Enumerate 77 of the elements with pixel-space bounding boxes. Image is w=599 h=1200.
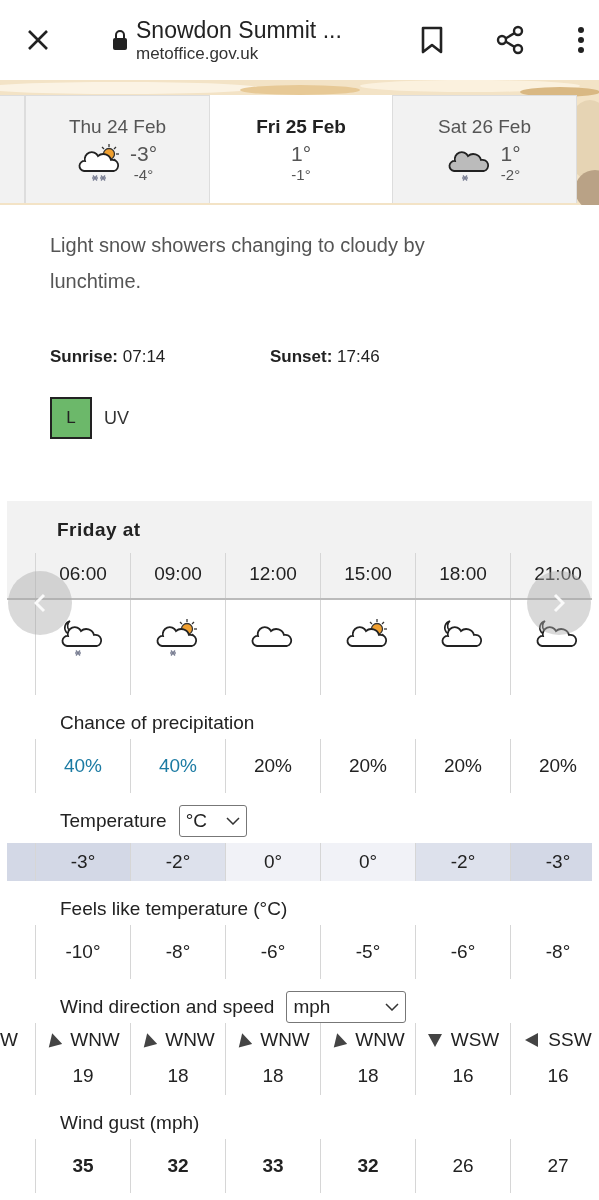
temperature-value: -3° (35, 843, 130, 881)
feels-like-value: -6° (415, 925, 510, 979)
precipitation-value: 40% (35, 739, 130, 793)
uv-level-badge: L (50, 397, 92, 439)
wind-direction: SSW (548, 1029, 592, 1051)
uv-label: UV (104, 407, 129, 429)
time-label: 06:00 (35, 553, 130, 598)
precipitation-value: 20% (415, 739, 510, 793)
wind-speed: 16 (415, 1057, 510, 1095)
sun-cloud-snow-icon (77, 142, 122, 183)
precipitation-value: 20% (225, 739, 320, 793)
forecast-summary: Light snow showers changing to cloudy by lunchtime. (50, 233, 426, 294)
feels-like-label: Feels like temperature (°C) (60, 898, 288, 920)
wind-gust-value: 32 (320, 1139, 415, 1193)
precipitation-label: Chance of precipitation (60, 712, 255, 734)
wind-gust-value: 26 (415, 1139, 510, 1193)
wind-speed: 18 (130, 1057, 225, 1095)
wind-direction: WNW (260, 1029, 310, 1051)
wind-arrow-icon (46, 1032, 63, 1048)
wind-direction: WNW (70, 1029, 120, 1051)
sun-cloud-snow-icon (156, 618, 200, 658)
precipitation-value: 20% (510, 739, 599, 793)
sunset-text: Sunset: 17:46 (270, 347, 380, 367)
precipitation-value: 40% (130, 739, 225, 793)
temperature-value: -2° (415, 843, 510, 881)
wind-label: Wind direction and speed (60, 996, 275, 1018)
wind-gust-value: 35 (35, 1139, 130, 1193)
hourly-heading: Friday at (57, 519, 141, 540)
sun-cloud-icon (346, 618, 390, 648)
day-tab[interactable]: Sat 26 Feb 1° -2° (392, 95, 577, 203)
wind-gust-label: Wind gust (mph) (60, 1112, 200, 1134)
temperature-value: -3° (510, 843, 592, 881)
feels-like-value: -10° (35, 925, 130, 979)
feels-like-value: -8° (130, 925, 225, 979)
share-button[interactable] (494, 24, 526, 56)
wind-arrow-icon (426, 1032, 443, 1048)
time-label: 18:00 (415, 553, 510, 598)
temperature-cell (7, 843, 35, 881)
wind-speed: 18 (225, 1057, 320, 1095)
sunrise-text: Sunrise: 07:14 (50, 347, 167, 367)
wind-direction: W (0, 1029, 18, 1051)
wind-arrow-icon (331, 1032, 348, 1048)
wind-arrow-icon (141, 1032, 158, 1048)
unit-select[interactable]: mph (286, 991, 407, 1023)
chevron-down-icon (225, 817, 240, 825)
wind-arrow-icon (236, 1032, 253, 1048)
precipitation-value: 20% (320, 739, 415, 793)
unit-select[interactable]: °C (178, 805, 247, 837)
moon-cloud-icon (441, 618, 485, 648)
wind-direction: WNW (355, 1029, 405, 1051)
wind-speed: 16 (510, 1057, 599, 1095)
wind-gust-value: 32 (130, 1139, 225, 1193)
wind-gust-value: 27 (510, 1139, 599, 1193)
page-title: Snowdon Summit ... (136, 16, 343, 44)
temperature-value: -2° (130, 843, 225, 881)
wind-speed: 18 (320, 1057, 415, 1095)
feels-like-value: -5° (320, 925, 415, 979)
time-label: 21:00 (510, 553, 592, 598)
wind-arrow-icon (524, 1032, 541, 1048)
chevron-down-icon (385, 1003, 400, 1011)
feels-like-value: -8° (510, 925, 599, 979)
lock-icon (112, 30, 128, 50)
time-label: 09:00 (130, 553, 225, 598)
moon-cloud-snow-icon (61, 618, 105, 658)
more-menu-button[interactable] (576, 25, 586, 55)
page-url: metoffice.gov.uk (136, 43, 260, 64)
wind-speed: 19 (35, 1057, 130, 1095)
wind-direction: WSW (450, 1029, 500, 1051)
time-label: 15:00 (320, 553, 415, 598)
temperature-label: Temperature (60, 810, 167, 832)
wind-direction: WNW (165, 1029, 215, 1051)
wind-gust-value: 33 (225, 1139, 320, 1193)
time-label: 12:00 (225, 553, 320, 598)
day-tab[interactable]: Fri 25 Feb 1° -1° (210, 95, 392, 203)
day-tab[interactable]: Thu 24 Feb -3° -4° (25, 95, 210, 203)
feels-like-value: -6° (225, 925, 320, 979)
moon-cloud-icon (536, 618, 580, 648)
